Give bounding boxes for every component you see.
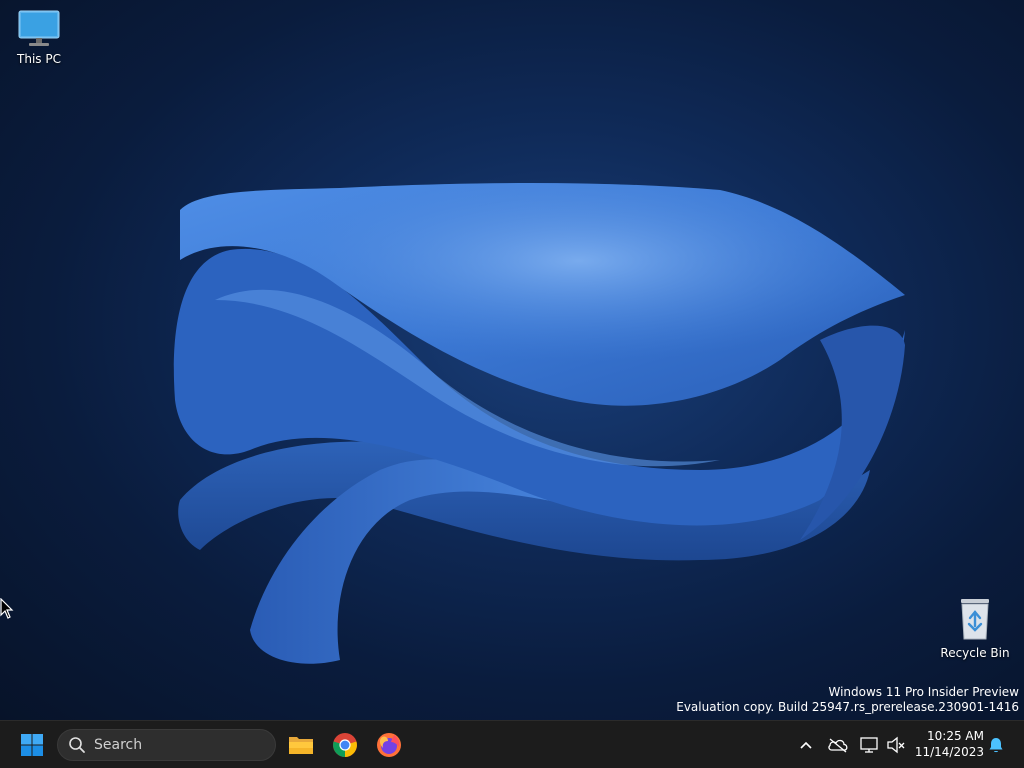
tray-network[interactable]: [857, 733, 881, 757]
watermark-edition: Windows 11 Pro Insider Preview: [828, 685, 1019, 699]
chrome-icon: [333, 733, 357, 757]
chevron-up-icon: [800, 741, 812, 749]
wallpaper-bloom: [173, 183, 905, 664]
monitor-icon: [18, 10, 60, 46]
tray-volume[interactable]: [884, 733, 908, 757]
tray-overflow-button[interactable]: [794, 733, 818, 757]
recycle-bin-icon: [961, 599, 989, 640]
firefox-icon: [377, 733, 401, 757]
desktop: This PC Recycle Bin Windows 11 Pro Insid…: [0, 0, 1024, 720]
search-box[interactable]: Search: [57, 729, 276, 761]
desktop-icon-this-pc[interactable]: This PC: [0, 8, 78, 66]
desktop-icon-recycle-bin[interactable]: Recycle Bin: [936, 596, 1014, 660]
watermark-build: Evaluation copy. Build 25947.rs_prerelea…: [676, 700, 1019, 714]
taskbar-app-file-explorer[interactable]: [281, 725, 321, 765]
volume-muted-icon: [887, 736, 905, 754]
notification-center-button[interactable]: [984, 733, 1008, 757]
taskbar-app-chrome[interactable]: [325, 725, 365, 765]
tray-onedrive[interactable]: [826, 733, 850, 757]
bell-icon: [989, 738, 1003, 753]
network-icon: [860, 737, 878, 753]
file-explorer-icon: [289, 737, 313, 754]
windows-logo-icon: [21, 734, 43, 756]
taskbar: Search 10:25 AM 11/14/2023: [0, 720, 1024, 768]
desktop-icon-label: This PC: [17, 52, 61, 66]
clock-date: 11/14/2023: [914, 745, 984, 759]
search-placeholder: Search: [94, 737, 143, 753]
mouse-cursor-icon: [0, 598, 14, 619]
desktop-icon-label: Recycle Bin: [940, 646, 1010, 660]
onedrive-icon: [828, 738, 848, 753]
taskbar-clock[interactable]: 10:25 AM 11/14/2023: [912, 728, 984, 760]
edition-watermark: Windows 11 Pro Insider Preview Evaluatio…: [676, 685, 1019, 715]
search-icon: [68, 736, 86, 754]
clock-time: 10:25 AM: [927, 729, 984, 743]
taskbar-app-firefox[interactable]: [369, 725, 409, 765]
start-button[interactable]: [12, 725, 52, 765]
